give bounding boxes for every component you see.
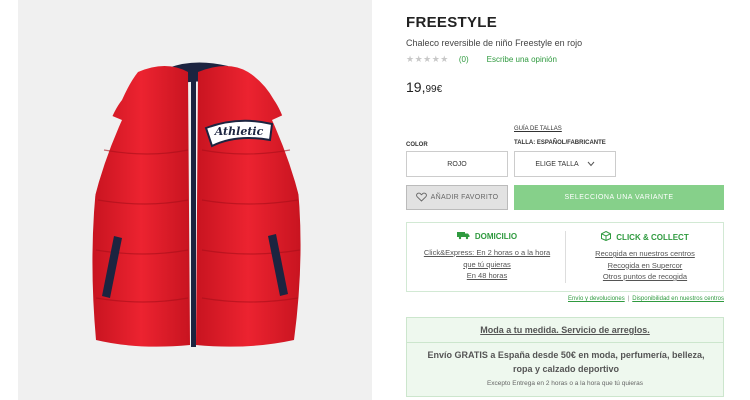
48h-delivery-link[interactable]: En 48 horas	[413, 270, 561, 282]
click-express-line1: Click&Express: En 2 horas o a la hora	[423, 248, 551, 257]
click-collect: CLICK & COLLECT Recogida en nuestros cen…	[571, 230, 719, 283]
patch-text: Athletic	[214, 125, 264, 138]
add-favorite-label: AÑADIR FAVORITO	[430, 194, 499, 201]
delivery-options: DOMICILIO Click&Express: En 2 horas o a …	[406, 222, 724, 292]
size-select[interactable]: ELIGE TALLA	[514, 151, 616, 177]
color-label: COLOR	[406, 142, 428, 148]
divider	[565, 231, 566, 283]
product-description: Chaleco reversible de niño Freestyle en …	[406, 38, 583, 48]
store-pickup-link[interactable]: Recogida en nuestros centros	[571, 248, 719, 260]
other-pickup-link[interactable]: Otros puntos de recogida	[571, 271, 719, 283]
rating-row: ★★★★★ (0) Escribe una opinión	[406, 54, 557, 65]
review-count[interactable]: (0)	[459, 55, 469, 64]
shipping-exception-text: Excepto Entrega en 2 horas o a la hora q…	[486, 380, 644, 387]
size-label: TALLA: ESPAÑOL/FABRICANTE	[514, 140, 606, 146]
size-guide-link[interactable]: GUÍA DE TALLAS	[514, 126, 562, 132]
home-delivery: DOMICILIO Click&Express: En 2 horas o a …	[413, 231, 561, 282]
product-image[interactable]: Athletic	[18, 0, 372, 400]
shipping-links: Envío y devoluciones | Disponibilidad en n…	[536, 296, 724, 302]
write-review-link[interactable]: Escribe una opinión	[487, 55, 557, 64]
home-delivery-title: DOMICILIO	[413, 231, 561, 242]
vest-illustration: Athletic	[87, 62, 306, 347]
promo-divider	[407, 342, 723, 343]
star-icons: ★★★★★	[406, 54, 449, 64]
store-availability-link[interactable]: Disponibilidad en nuestros centros	[632, 296, 724, 302]
color-option[interactable]: ROJO	[406, 151, 508, 177]
left-margin	[0, 0, 18, 400]
supercor-pickup-link[interactable]: Recogida en Supercor	[571, 260, 719, 272]
color-value: ROJO	[447, 160, 467, 168]
box-icon	[601, 230, 612, 243]
click-collect-title: CLICK & COLLECT	[571, 230, 719, 243]
click-collect-label: CLICK & COLLECT	[616, 232, 689, 242]
truck-icon	[456, 231, 470, 242]
free-shipping-text: Envío GRATIS a España desde 50€ en moda,…	[427, 350, 705, 374]
chevron-down-icon	[587, 160, 595, 169]
price-main: 19,	[406, 79, 426, 95]
price-cents: 99€	[425, 84, 443, 95]
alterations-link[interactable]: Moda a tu medida. Servicio de arreglos.	[407, 325, 723, 335]
home-delivery-label: DOMICILIO	[474, 232, 518, 241]
price: 19,99€	[406, 79, 442, 95]
click-express-link[interactable]: Click&Express: En 2 horas o a la hora que…	[413, 247, 561, 270]
separator: |	[627, 296, 630, 302]
click-express-line2: que tú quieras	[463, 259, 511, 269]
select-variant-button[interactable]: SELECCIONA UNA VARIANTE	[514, 185, 724, 210]
add-favorite-button[interactable]: AÑADIR FAVORITO	[406, 185, 508, 210]
heart-icon	[415, 192, 427, 204]
shipping-returns-link[interactable]: Envío y devoluciones	[568, 296, 625, 302]
brand-title: FREESTYLE	[406, 14, 498, 31]
promo-box: Moda a tu medida. Servicio de arreglos. …	[406, 317, 724, 397]
size-placeholder: ELIGE TALLA	[535, 160, 579, 168]
